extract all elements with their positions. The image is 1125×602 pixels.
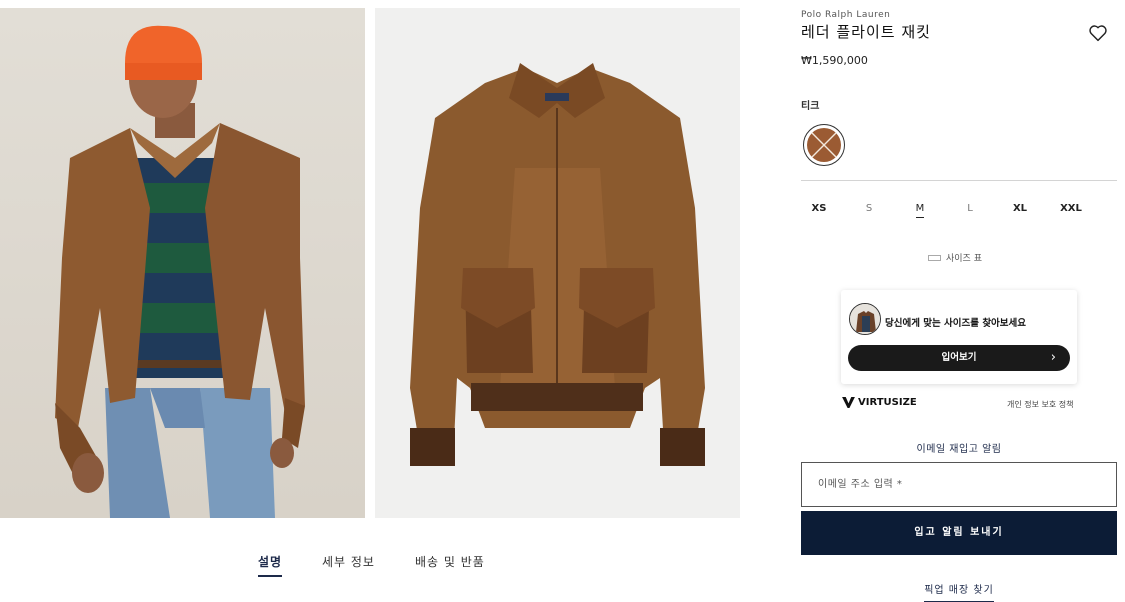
tab-details[interactable]: 세부 정보 [322, 553, 375, 575]
size-label: S [865, 203, 873, 214]
find-pickup-store-link[interactable]: 픽업 매장 찾기 [801, 581, 1117, 602]
chevron-right-icon: › [1050, 350, 1056, 365]
try-on-button[interactable]: 입어보기 › [848, 345, 1070, 371]
size-label: M [915, 203, 925, 218]
size-label: XS [811, 203, 827, 214]
color-swatch-teak[interactable] [803, 124, 845, 166]
swatch-fill [807, 128, 841, 162]
brand-name: Polo Ralph Lauren [801, 10, 891, 20]
size-s[interactable]: S [851, 203, 887, 218]
color-name: 티크 [801, 101, 820, 112]
restock-alert-label: 이메일 재입고 알림 [916, 444, 1002, 455]
size-label: L [967, 203, 973, 214]
send-restock-alert-button[interactable]: 입고 알림 보내기 [801, 511, 1117, 555]
store-link-label: 픽업 매장 찾기 [924, 585, 994, 602]
email-field[interactable] [801, 462, 1117, 507]
tab-description[interactable]: 설명 [258, 553, 283, 577]
product-image-jacket[interactable] [375, 8, 740, 518]
product-image-model[interactable] [0, 8, 365, 518]
try-on-label: 입어보기 [941, 352, 977, 363]
swatch-pattern [810, 131, 838, 159]
size-chart-label: 사이즈 표 [946, 254, 982, 264]
size-selector: XS S M L XL XXL [801, 203, 1117, 225]
size-xl[interactable]: XL [1002, 203, 1038, 218]
size-chart-link[interactable]: 사이즈 표 [928, 251, 982, 264]
tab-shipping-returns[interactable]: 배송 및 반품 [415, 553, 485, 575]
ruler-icon [928, 254, 941, 261]
size-xxl[interactable]: XXL [1053, 203, 1089, 218]
virtusize-logo: VIRTUSIZE [842, 397, 917, 408]
virtusize-mark-icon [842, 397, 855, 408]
size-label: XXL [1060, 203, 1082, 214]
wishlist-heart-icon[interactable] [1088, 24, 1108, 42]
privacy-policy-link[interactable]: 개인 정보 보호 정책 [1007, 399, 1074, 410]
size-l[interactable]: L [952, 203, 988, 218]
product-title: 레더 플라이트 재킷 [801, 23, 931, 41]
size-xs[interactable]: XS [801, 203, 837, 218]
size-m[interactable]: M [902, 203, 938, 218]
virtusize-card: 당신에게 맞는 사이즈를 찾아보세요 입어보기 › [841, 290, 1077, 384]
virtusize-prompt: 당신에게 맞는 사이즈를 찾아보세요 [885, 318, 1027, 329]
virtusize-brand: VIRTUSIZE [858, 397, 917, 408]
divider [801, 180, 1117, 181]
jacket-thumbnail-icon [849, 303, 881, 335]
product-info-tabs: 설명 세부 정보 배송 및 반품 [0, 553, 760, 583]
model-photo [55, 25, 305, 518]
product-price: ₩1,590,000 [801, 54, 868, 67]
jacket-photo [410, 63, 705, 466]
size-label: XL [1012, 203, 1028, 214]
